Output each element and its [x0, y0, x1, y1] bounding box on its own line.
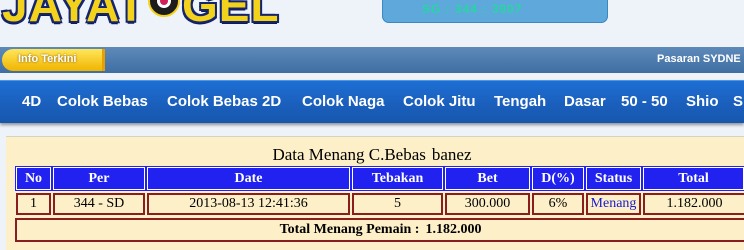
col-header-status: Status [586, 167, 641, 190]
menu-colok-naga[interactable]: Colok Naga [302, 93, 385, 110]
table-cell-no: 1 [16, 193, 51, 215]
col-header-tebakan: Tebakan [352, 167, 443, 190]
info-terkini-tag: Info Terkini [2, 49, 105, 71]
menu-shio[interactable]: Shio [686, 93, 719, 110]
table-cell-total: 1.182.000 [643, 193, 744, 215]
panel-title-user: banez [431, 145, 472, 164]
table-cell-date: 2013-08-13 12:41:36 [147, 193, 350, 215]
col-header-no: No [16, 167, 51, 190]
table-cell-d-percent: 6% [532, 193, 584, 215]
info-terkini-label: Info Terkini [18, 53, 77, 65]
table-cell-status: Menang [586, 193, 641, 215]
logo-text-right: GEL [181, 0, 280, 31]
col-header-per: Per [53, 167, 145, 190]
logo-text-left: JAYAT [2, 0, 146, 31]
menu-colok-jitu[interactable]: Colok Jitu [403, 93, 476, 110]
total-winnings-row: Total Menang Pemain : 1.182.000 [15, 218, 744, 242]
panel-title-text: Data Menang C.Bebas [272, 145, 426, 164]
menu-50-50[interactable]: 50 - 50 [621, 93, 668, 110]
info-bar: Info Terkini Pasaran SYDNE [0, 47, 744, 73]
col-header-bet: Bet [445, 167, 530, 190]
col-header-d-percent: D(%) [532, 167, 584, 190]
menu-4d[interactable]: 4D [22, 93, 41, 110]
menu-dasar[interactable]: Dasar [564, 93, 606, 110]
total-winnings-label: Total Menang Pemain : [279, 222, 420, 237]
menu-tengah[interactable]: Tengah [494, 93, 546, 110]
col-header-total: Total [643, 167, 744, 190]
col-header-date: Date [147, 167, 350, 190]
info-marquee: Pasaran SYDNE [657, 53, 741, 65]
site-header: JAYAT GEL SG : 344 : 3907 [0, 0, 744, 44]
panel-title: Data Menang C.Bebas banez [0, 145, 744, 165]
total-winnings-value: 1.182.000 [425, 222, 482, 237]
table-cell-bet: 300.000 [445, 193, 530, 215]
latest-result-box: SG : 344 : 3907 [382, 0, 608, 23]
main-menu: 4D Colok Bebas Colok Bebas 2D Colok Naga… [0, 80, 744, 123]
menu-more[interactable]: S [733, 93, 743, 110]
latest-result-text: SG : 344 : 3907 [422, 2, 523, 16]
table-cell-tebakan: 5 [352, 193, 443, 215]
site-logo[interactable]: JAYAT GEL [2, 0, 280, 32]
table-cell-per: 344 - SD [53, 193, 145, 215]
menu-colok-bebas-2d[interactable]: Colok Bebas 2D [167, 93, 281, 110]
menu-colok-bebas[interactable]: Colok Bebas [57, 93, 148, 110]
lottery-ball-icon [147, 0, 180, 17]
